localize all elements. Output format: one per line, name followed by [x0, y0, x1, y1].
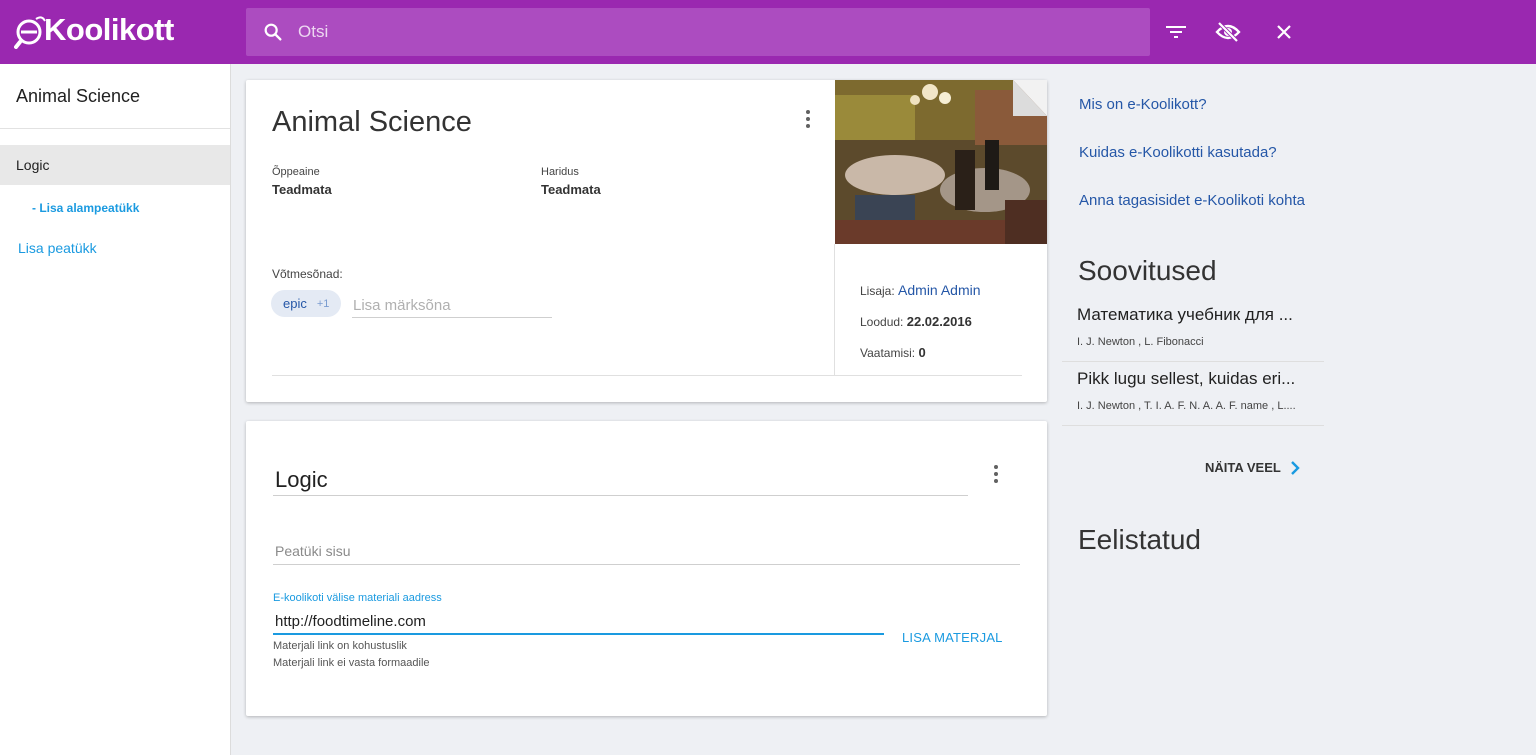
add-material-button[interactable]: LISA MATERJAL [902, 630, 1003, 645]
show-more-button[interactable]: NÄITA VEEL [1205, 460, 1300, 475]
link-what-is[interactable]: Mis on e-Koolikott? [1079, 96, 1207, 113]
favorites-heading: Eelistatud [1078, 524, 1201, 555]
close-icon[interactable] [1268, 16, 1300, 48]
link-feedback[interactable]: Anna tagasisidet e-Koolikoti kohta [1079, 192, 1305, 209]
recommendation-authors: I. J. Newton , T. I. A. F. N. A. A. F. n… [1077, 400, 1296, 412]
chapter-more-vert-icon[interactable] [984, 462, 1008, 486]
recommendation-authors: I. J. Newton , L. Fibonacci [1077, 336, 1204, 348]
sidebar-divider [0, 128, 230, 129]
recommendation-title: Математика учебник для ... [1077, 305, 1293, 324]
material-card: Animal Science Õppeaine Teadmata Haridus… [246, 80, 1047, 402]
added-by-row: Lisaja: Admin Admin [860, 282, 981, 298]
education-value: Teadmata [541, 182, 601, 197]
link-how-to-use[interactable]: Kuidas e-Koolikotti kasutada? [1079, 144, 1277, 161]
created-label: Loodud: [860, 315, 904, 329]
url-format-error: Materjali link ei vasta formaadile [273, 657, 430, 669]
add-chapter-link[interactable]: Lisa peatükk [18, 240, 97, 256]
chapter-title-underline [273, 495, 968, 496]
card-divider [272, 375, 1022, 376]
chapter-card: Logic Peatüki sisu E-koolikoti välise ma… [246, 421, 1047, 716]
views-row: Vaatamisi: 0 [860, 345, 926, 360]
recommendation-title: Pikk lugu sellest, kuidas eri... [1077, 369, 1296, 388]
created-value: 22.02.2016 [906, 314, 972, 329]
show-more-label: NÄITA VEEL [1205, 460, 1281, 475]
search-input[interactable] [298, 22, 1098, 42]
filter-icon[interactable] [1160, 16, 1192, 48]
subject-value: Teadmata [272, 182, 332, 197]
logo-icon [14, 16, 46, 49]
keyword-input[interactable] [352, 294, 552, 318]
chapter-content-underline [273, 564, 1020, 565]
sidebar-item-logic[interactable]: Logic [0, 145, 230, 185]
visibility-off-icon[interactable] [1212, 16, 1244, 48]
more-vert-icon[interactable] [796, 107, 820, 131]
material-title: Animal Science [272, 106, 472, 138]
material-url-input[interactable] [273, 609, 884, 635]
views-label: Vaatamisi: [860, 346, 916, 360]
keyword-more-count: +1 [316, 297, 330, 310]
url-required-error: Materjali link on kohustuslik [273, 640, 407, 652]
subject-label: Õppeaine [272, 166, 320, 178]
sidebar-title[interactable]: Animal Science [16, 86, 140, 107]
keywords-label: Võtmesõnad: [272, 267, 343, 281]
logo-text: Koolikott [44, 12, 174, 47]
created-row: Loodud: 22.02.2016 [860, 314, 972, 329]
chapter-content-field[interactable]: Peatüki sisu [275, 543, 350, 559]
add-subchapter-link[interactable]: - Lisa alampeatükk [32, 201, 139, 215]
keyword-chip[interactable]: epic +1 [271, 290, 342, 317]
sidebar: Animal Science Logic - Lisa alampeatükk … [0, 64, 231, 755]
views-value: 0 [918, 345, 926, 360]
chevron-right-icon [1290, 460, 1300, 475]
info-divider [834, 244, 835, 375]
keyword-chip-label: epic [283, 296, 307, 311]
recommendations-heading: Soovitused [1078, 255, 1217, 286]
material-url-label: E-koolikoti välise materiali aadress [273, 592, 442, 604]
education-label: Haridus [541, 166, 579, 178]
material-thumbnail[interactable] [835, 80, 1047, 244]
recommendation-item[interactable]: Математика учебник для ... I. J. Newton … [1062, 299, 1324, 362]
top-app-bar: Koolikott [0, 0, 1536, 64]
chapter-title-field[interactable]: Logic [275, 467, 328, 493]
added-by-label: Lisaja: [860, 284, 895, 298]
search-icon[interactable] [248, 8, 298, 56]
recommendation-item[interactable]: Pikk lugu sellest, kuidas eri... I. J. N… [1062, 363, 1324, 426]
search-bar [246, 8, 1150, 56]
logo[interactable]: Koolikott [14, 12, 174, 52]
added-by-link[interactable]: Admin Admin [898, 282, 980, 298]
